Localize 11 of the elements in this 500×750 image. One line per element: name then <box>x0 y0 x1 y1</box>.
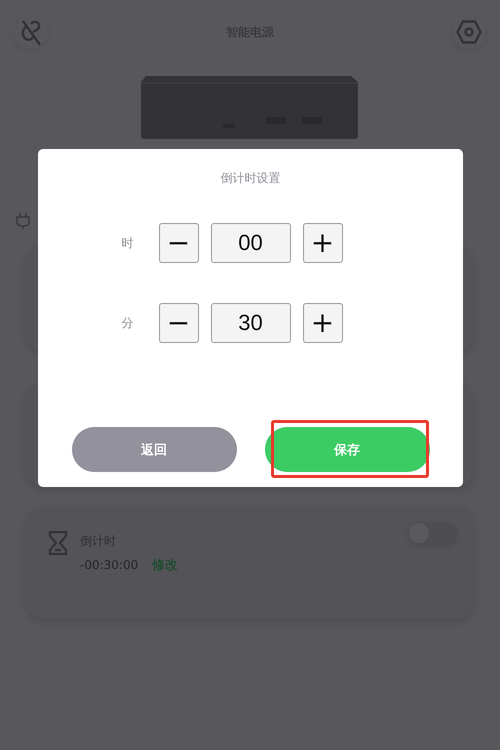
field-label: 时 <box>122 234 134 252</box>
field-label: 分 <box>122 314 134 332</box>
decrement-button[interactable]: − <box>158 223 198 263</box>
hourglass-icon <box>48 531 68 555</box>
dialog-title: 倒计时设置 <box>220 170 280 187</box>
decrement-button[interactable]: − <box>158 303 198 343</box>
value-field[interactable]: 30 <box>210 303 290 343</box>
increment-button[interactable]: + <box>302 223 342 263</box>
plug-icon <box>16 212 30 230</box>
increment-button[interactable]: + <box>302 303 342 343</box>
value-field[interactable]: 00 <box>210 223 290 263</box>
